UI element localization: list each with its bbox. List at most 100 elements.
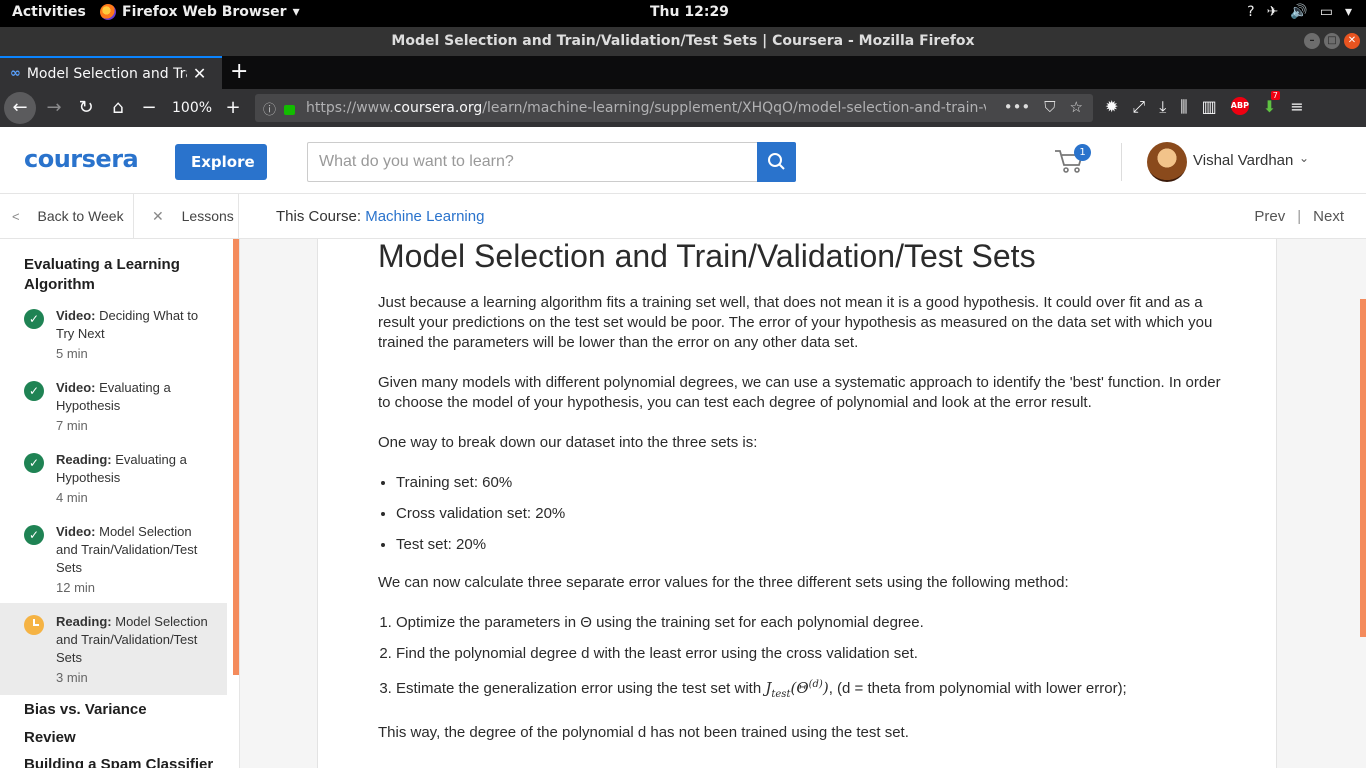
site-info-icon[interactable]: ⓘ bbox=[263, 99, 276, 118]
sidebar-scrollbar[interactable] bbox=[233, 239, 239, 675]
lesson-kind: Video: bbox=[56, 524, 96, 539]
math-formula: Jtest(Θ(d)) bbox=[765, 679, 829, 700]
search-icon bbox=[768, 153, 785, 170]
new-tab-icon[interactable]: + bbox=[230, 59, 248, 84]
paragraph: One way to break down our dataset into t… bbox=[378, 434, 758, 451]
battery-icon[interactable]: ▭ bbox=[1320, 4, 1333, 20]
list-item: Training set: 60% bbox=[396, 473, 1228, 493]
sidebar-icon[interactable]: ▥ bbox=[1202, 97, 1217, 117]
system-top-bar: Activities Firefox Web Browser ▾ Thu 12:… bbox=[0, 0, 1366, 27]
browser-tab[interactable]: ∞ Model Selection and Train/Validation/T… bbox=[0, 56, 222, 89]
checkmark-icon: ✓ bbox=[24, 453, 44, 473]
url-bar[interactable]: ⓘ https://www.coursera.org/learn/machine… bbox=[255, 94, 1093, 122]
user-name[interactable]: Vishal Vardhan bbox=[1193, 152, 1293, 169]
activities-button[interactable]: Activities bbox=[12, 4, 86, 20]
lesson-item[interactable]: ✓ Video: Model Selection and Train/Valid… bbox=[0, 513, 227, 607]
lock-icon[interactable] bbox=[284, 105, 296, 115]
maximize-icon[interactable]: □ bbox=[1324, 33, 1340, 49]
zoom-out-icon[interactable]: − bbox=[138, 95, 160, 121]
minimize-icon[interactable]: – bbox=[1304, 33, 1320, 49]
system-tray[interactable]: ? ✈ 🔊 ▭ ▾ bbox=[1247, 4, 1352, 20]
page-scrollbar[interactable] bbox=[1360, 299, 1366, 637]
adblock-icon[interactable]: ABP bbox=[1230, 97, 1249, 115]
help-icon[interactable]: ? bbox=[1247, 4, 1254, 20]
caret-down-icon[interactable]: ▾ bbox=[1345, 4, 1352, 20]
list-item: Cross validation set: 20% bbox=[396, 504, 1228, 524]
paragraph: Just because a learning algorithm fits a… bbox=[378, 294, 1213, 351]
system-clock[interactable]: Thu 12:29 bbox=[650, 4, 729, 20]
lesson-kind: Reading: bbox=[56, 452, 112, 467]
avatar[interactable] bbox=[1147, 142, 1187, 182]
download-icon[interactable]: ⤓ bbox=[1159, 97, 1166, 117]
article-title: Model Selection and Train/Validation/Tes… bbox=[378, 239, 1036, 274]
fullscreen-icon[interactable]: ⤢ bbox=[1132, 97, 1145, 117]
forward-arrow-icon[interactable]: → bbox=[42, 95, 66, 121]
sidebar-heading[interactable]: Evaluating a Learning Algorithm bbox=[24, 255, 204, 295]
sidebar-section[interactable]: Building a Spam Classifier bbox=[24, 756, 213, 768]
cart-count-badge: 1 bbox=[1074, 144, 1091, 161]
lesson-duration: 7 min bbox=[56, 418, 88, 433]
volume-icon[interactable]: 🔊 bbox=[1290, 4, 1307, 20]
course-prefix: This Course: bbox=[276, 208, 362, 225]
lesson-duration: 12 min bbox=[56, 580, 96, 595]
close-tab-icon[interactable]: ✕ bbox=[193, 64, 206, 83]
lessons-sidebar: Evaluating a Learning Algorithm ✓ Video:… bbox=[0, 239, 240, 768]
search-button[interactable] bbox=[757, 142, 796, 182]
lesson-item-active[interactable]: Reading: Model Selection and Train/Valid… bbox=[0, 603, 227, 695]
page-actions-icon[interactable]: ••• bbox=[1004, 98, 1031, 116]
zoom-level[interactable]: 100% bbox=[172, 100, 212, 116]
bookmark-star-icon[interactable]: ☆ bbox=[1070, 98, 1083, 116]
coursera-favicon-icon: ∞ bbox=[10, 66, 21, 81]
window-controls: – □ ✕ bbox=[1304, 33, 1360, 49]
checkmark-icon: ✓ bbox=[24, 309, 44, 329]
library-icon[interactable]: ⫼ bbox=[1180, 97, 1187, 117]
paragraph: Given many models with different polynom… bbox=[378, 374, 1221, 411]
close-icon[interactable]: ✕ bbox=[1344, 33, 1360, 49]
sidebar-section[interactable]: Review bbox=[24, 729, 76, 746]
url-text[interactable]: https://www.coursera.org/learn/machine-l… bbox=[306, 100, 986, 116]
downloader-extension-icon[interactable]: ⬇ 7 bbox=[1263, 91, 1280, 117]
lesson-duration: 3 min bbox=[56, 670, 88, 685]
airplane-icon[interactable]: ✈ bbox=[1267, 4, 1279, 20]
reload-icon[interactable]: ↻ bbox=[74, 95, 98, 121]
caret-down-icon: ▾ bbox=[292, 4, 300, 20]
window-title: Model Selection and Train/Validation/Tes… bbox=[391, 33, 975, 49]
lesson-item[interactable]: ✓ Reading: Evaluating a Hypothesis 4 min bbox=[0, 441, 227, 517]
home-icon[interactable]: ⌂ bbox=[106, 95, 130, 121]
coursera-logo[interactable]: coursera bbox=[24, 145, 139, 173]
prev-link[interactable]: Prev bbox=[1254, 208, 1285, 225]
lessons-toggle[interactable]: ✕ Lessons bbox=[134, 194, 239, 239]
back-to-week-button[interactable]: < Back to Week 6 bbox=[0, 194, 134, 269]
lesson-item[interactable]: ✓ Video: Evaluating a Hypothesis 7 min bbox=[0, 369, 227, 445]
lesson-duration: 4 min bbox=[56, 490, 88, 505]
list-item: Optimize the parameters in Θ using the t… bbox=[396, 613, 1228, 633]
bullet-list: Training set: 60% Cross validation set: … bbox=[396, 473, 1228, 555]
chevron-down-icon[interactable]: ⌄ bbox=[1299, 151, 1309, 165]
app-menu[interactable]: Firefox Web Browser ▾ bbox=[100, 4, 300, 20]
lessons-label: Lessons bbox=[181, 208, 234, 224]
list-item: Estimate the generalization error using … bbox=[396, 675, 1228, 705]
zoom-in-icon[interactable]: + bbox=[222, 95, 244, 121]
gear-icon[interactable]: ✹ bbox=[1105, 97, 1118, 117]
in-progress-clock-icon bbox=[24, 615, 44, 635]
next-link[interactable]: Next bbox=[1313, 208, 1344, 225]
tab-strip: ∞ Model Selection and Train/Validation/T… bbox=[0, 56, 1366, 89]
numbered-list: Optimize the parameters in Θ using the t… bbox=[396, 613, 1228, 705]
checkmark-icon: ✓ bbox=[24, 381, 44, 401]
prev-next-separator: | bbox=[1297, 208, 1302, 225]
explore-button[interactable]: Explore ⌄ bbox=[175, 144, 267, 206]
hamburger-menu-icon[interactable]: ≡ bbox=[1290, 97, 1303, 117]
explore-label: Explore bbox=[191, 153, 255, 171]
chevron-left-icon: < bbox=[12, 209, 20, 224]
back-arrow-icon[interactable]: ← bbox=[4, 92, 36, 124]
main-content: Model Selection and Train/Validation/Tes… bbox=[240, 239, 1366, 768]
search-input[interactable] bbox=[307, 142, 758, 182]
article: Model Selection and Train/Validation/Tes… bbox=[378, 239, 1228, 763]
navigation-toolbar: ← → ↻ ⌂ − 100% + ⓘ https://www.coursera.… bbox=[0, 89, 1366, 127]
app-menu-label: Firefox Web Browser bbox=[122, 4, 287, 20]
sidebar-section[interactable]: Bias vs. Variance bbox=[24, 701, 147, 718]
lesson-item[interactable]: ✓ Video: Deciding What to Try Next 5 min bbox=[0, 297, 227, 373]
course-link[interactable]: Machine Learning bbox=[365, 208, 484, 225]
pocket-icon[interactable]: ⛉ bbox=[1044, 98, 1055, 116]
course-breadcrumb: This Course: Machine Learning bbox=[276, 208, 484, 225]
